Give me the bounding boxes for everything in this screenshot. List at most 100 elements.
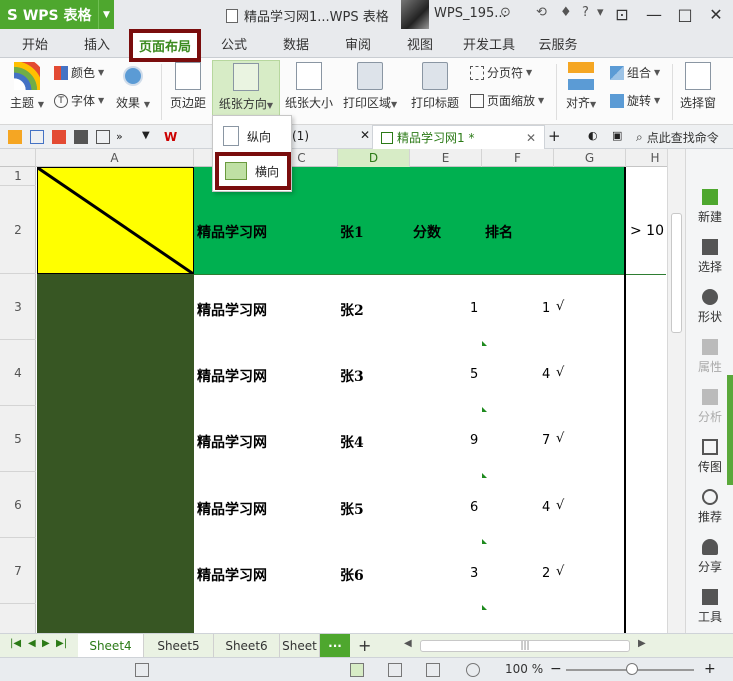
app-dropdown-icon[interactable]: ▼: [98, 0, 114, 29]
recommend-button[interactable]: 推荐: [686, 489, 733, 525]
close-tab-icon[interactable]: ✕: [360, 128, 370, 142]
paper-size-button[interactable]: 纸张大小: [285, 62, 333, 111]
select-all-corner[interactable]: [0, 149, 36, 167]
eye-protection-icon[interactable]: [466, 663, 480, 677]
horizontal-scrollbar[interactable]: |||: [420, 640, 630, 652]
cell-f6[interactable]: 4: [542, 500, 550, 515]
cell-e6[interactable]: 6: [470, 500, 478, 515]
new-tab-icon[interactable]: +: [548, 127, 561, 145]
cell-c3[interactable]: 张2: [340, 300, 364, 320]
tab-insert[interactable]: 插入: [72, 29, 122, 58]
skin-icon[interactable]: ♦: [560, 5, 572, 20]
print-icon[interactable]: [74, 130, 88, 144]
cell-e3[interactable]: 1: [470, 301, 478, 316]
tab-home[interactable]: 开始: [10, 29, 60, 58]
last-sheet-icon[interactable]: ▶|: [56, 638, 67, 649]
tab-formulas[interactable]: 公式: [208, 29, 260, 58]
panel-collapse-handle[interactable]: [727, 375, 733, 485]
column-header-g[interactable]: G: [554, 149, 626, 167]
orientation-landscape[interactable]: 横向: [215, 152, 291, 190]
tab-page-layout[interactable]: 页面布局: [129, 29, 201, 62]
row-header[interactable]: 3: [0, 274, 36, 340]
tab-developer[interactable]: 开发工具: [454, 29, 524, 58]
sheet-tab[interactable]: Sheet6: [214, 634, 280, 658]
row-header[interactable]: 2: [0, 186, 36, 274]
maximize-button[interactable]: □: [669, 0, 701, 29]
shape-button[interactable]: 形状: [686, 289, 733, 325]
page-layout-view-icon[interactable]: [426, 663, 440, 677]
cell-b5[interactable]: 精品学习网: [197, 432, 267, 452]
print-preview-icon[interactable]: [96, 130, 110, 144]
customize-dropdown-icon[interactable]: ▼: [142, 130, 156, 144]
pdf-icon[interactable]: [52, 130, 66, 144]
add-sheet-button[interactable]: +: [358, 636, 371, 655]
cell-b2[interactable]: 精品学习网: [197, 222, 267, 242]
more-tools-icon[interactable]: »: [116, 130, 130, 144]
new-button[interactable]: 新建: [686, 189, 733, 225]
save-icon[interactable]: [30, 130, 44, 144]
group-button[interactable]: 组合 ▼: [610, 64, 660, 81]
avatar[interactable]: [401, 0, 429, 29]
tab-nav-icon[interactable]: ◐: [588, 129, 598, 142]
help-dropdown-icon[interactable]: ▾: [597, 5, 604, 20]
tab-cloud[interactable]: 云服务: [530, 29, 586, 58]
cell-b3[interactable]: 精品学习网: [197, 300, 267, 320]
selection-pane-button[interactable]: 选择窗: [680, 62, 716, 111]
orientation-button[interactable]: 纸张方向▼: [212, 60, 280, 116]
cell-c5[interactable]: 张4: [340, 432, 364, 452]
cell-c6[interactable]: 张5: [340, 499, 364, 519]
cell-e5[interactable]: 9: [470, 433, 478, 448]
row-header[interactable]: 4: [0, 340, 36, 406]
print-area-button[interactable]: 打印区域▼: [343, 62, 397, 111]
app-menu-button[interactable]: S WPS 表格 ▼: [0, 0, 114, 29]
close-tab-icon[interactable]: ✕: [526, 131, 536, 145]
print-titles-button[interactable]: 打印标题: [411, 62, 459, 111]
zoom-in-icon[interactable]: +: [704, 661, 716, 677]
tools-button[interactable]: 工具: [686, 589, 733, 625]
minimize-button[interactable]: —: [638, 0, 670, 29]
cell-d2[interactable]: 分数: [413, 222, 441, 242]
margins-button[interactable]: 页边距: [170, 62, 206, 111]
font-button[interactable]: T 字体 ▼: [54, 92, 104, 109]
close-button[interactable]: ✕: [700, 0, 732, 29]
scroll-right-icon[interactable]: ▶: [638, 638, 646, 649]
cell-e7[interactable]: 3: [470, 566, 478, 581]
doctab-active[interactable]: 精品学习网1 * ✕: [372, 125, 545, 149]
zoom-slider-handle[interactable]: [626, 663, 638, 675]
rotate-button[interactable]: 旋转 ▼: [610, 92, 660, 109]
send-image-button[interactable]: 传图: [686, 439, 733, 475]
zoom-level[interactable]: 100 %: [505, 662, 543, 676]
cell-e2[interactable]: 排名: [485, 222, 513, 242]
dark-green-cell-range[interactable]: [37, 274, 194, 633]
effect-button[interactable]: 效果 ▼: [116, 62, 150, 111]
share-button[interactable]: 分享: [686, 539, 733, 575]
column-header-d[interactable]: D: [338, 149, 410, 167]
properties-button[interactable]: 属性: [686, 339, 733, 375]
sheet-tab[interactable]: Sheet: [280, 634, 320, 658]
color-button[interactable]: 颜色 ▼: [54, 64, 104, 81]
refresh-icon[interactable]: ⟲: [536, 5, 547, 20]
page-scale-button[interactable]: 页面缩放 ▼: [470, 92, 544, 109]
align-button[interactable]: 对齐▼: [566, 62, 596, 111]
cell-e4[interactable]: 5: [470, 367, 478, 382]
more-sheets-button[interactable]: ···: [320, 634, 350, 658]
cell-b7[interactable]: 精品学习网: [197, 565, 267, 585]
cell-c4[interactable]: 张3: [340, 366, 364, 386]
column-header-b[interactable]: [194, 149, 214, 167]
select-button[interactable]: 选择: [686, 239, 733, 275]
normal-view-icon[interactable]: [350, 663, 364, 677]
scroll-left-icon[interactable]: ◀: [404, 638, 412, 649]
cell-c7[interactable]: 张6: [340, 565, 364, 585]
scrollbar-thumb[interactable]: [671, 213, 682, 333]
command-search[interactable]: ⌕ 点此查找命令: [636, 129, 719, 146]
tab-data[interactable]: 数据: [270, 29, 322, 58]
diagonal-header-cell[interactable]: [37, 167, 194, 274]
cell-h2[interactable]: > 10: [630, 223, 664, 239]
sheet-tab-active[interactable]: Sheet4: [78, 634, 144, 658]
doctab-partial[interactable]: (1): [292, 129, 309, 143]
row-header[interactable]: 7: [0, 538, 36, 604]
orientation-portrait[interactable]: 纵向: [213, 118, 293, 154]
tab-switch-icon[interactable]: ▣: [612, 129, 622, 142]
cell-b4[interactable]: 精品学习网: [197, 366, 267, 386]
column-header-a[interactable]: A: [36, 149, 194, 167]
